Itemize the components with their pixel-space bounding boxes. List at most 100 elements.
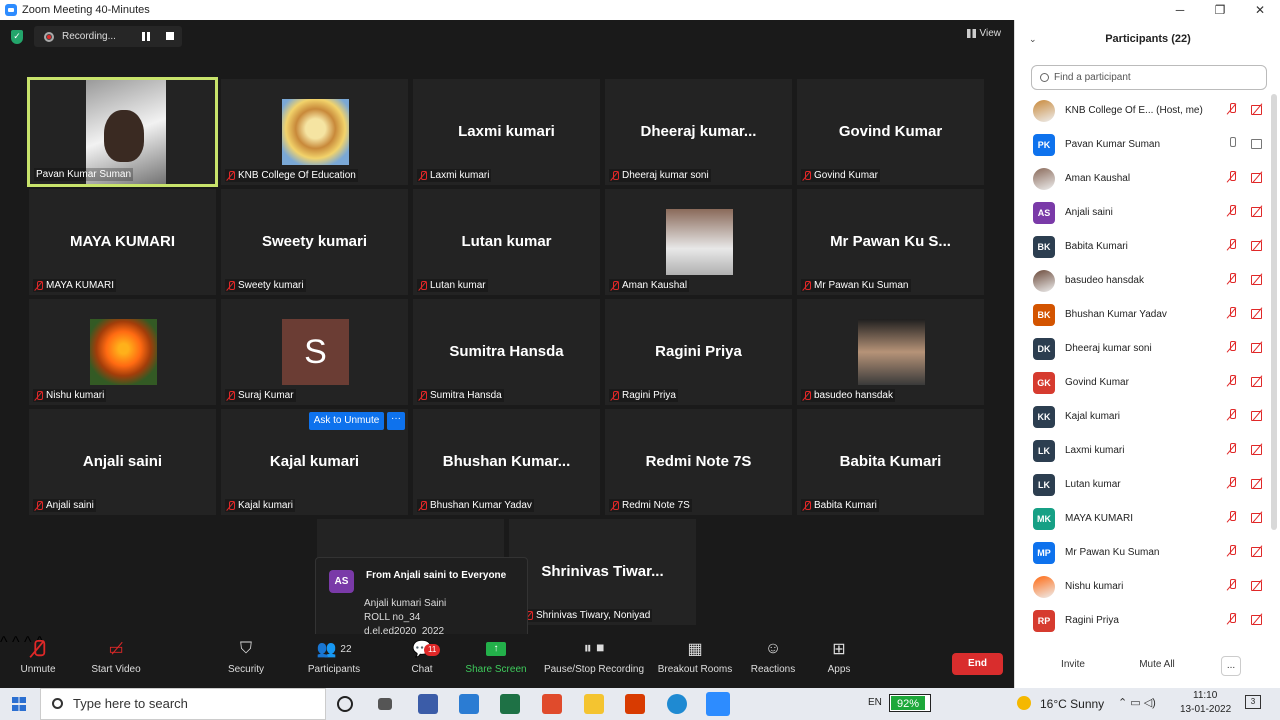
ask-to-unmute-button[interactable]: Ask to Unmute	[309, 412, 384, 430]
chat-button[interactable]: 💬 11 Chat	[404, 634, 441, 688]
microphone-off-icon	[1227, 579, 1237, 591]
video-tile[interactable]: S Suraj Kumar	[221, 299, 408, 405]
participant-row[interactable]: KK Kajal kumari	[1015, 400, 1271, 434]
mute-all-button[interactable]: Mute All	[1129, 656, 1185, 676]
participant-name: Bhushan Kumar Yadav	[1065, 309, 1167, 320]
participant-row[interactable]: GK Govind Kumar	[1015, 366, 1271, 400]
tray-icons[interactable]: ⌃ ▭ ◁)	[1118, 696, 1156, 709]
tile-display-name: Govind Kumar	[838, 123, 943, 140]
invite-button[interactable]: Invite	[1053, 656, 1093, 676]
microphone-off-icon	[803, 390, 811, 401]
video-tile[interactable]: Aman Kaushal	[605, 189, 792, 295]
video-tile[interactable]: Ragini Priya Ragini Priya	[605, 299, 792, 405]
participant-row[interactable]: PK Pavan Kumar Suman	[1015, 128, 1271, 162]
video-tile[interactable]: Lutan kumar Lutan kumar	[413, 189, 600, 295]
language-indicator[interactable]: EN	[868, 697, 882, 708]
participant-list-scrollbar[interactable]	[1271, 94, 1277, 530]
windows-start-icon[interactable]	[12, 697, 26, 711]
panel-more-button[interactable]: ...	[1221, 656, 1241, 676]
participant-row[interactable]: RP Ragini Priya	[1015, 604, 1271, 638]
participant-row[interactable]: BK Babita Kumari	[1015, 230, 1271, 264]
unmute-button[interactable]: Unmute	[18, 634, 58, 688]
participant-row[interactable]: LK Laxmi kumari	[1015, 434, 1271, 468]
shield-icon[interactable]: ✓	[11, 30, 23, 44]
participant-row[interactable]: MP Mr Pawan Ku Suman	[1015, 536, 1271, 570]
video-tile[interactable]: Dheeraj kumar... Dheeraj kumar soni	[605, 79, 792, 185]
pause-stop-recording-button[interactable]: ⏸ ⏹ Pause/Stop Recording	[542, 634, 646, 688]
video-tile[interactable]: Pavan Kumar Suman	[27, 77, 218, 187]
tile-name-text: Kajal kumari	[238, 500, 294, 511]
participant-row[interactable]: BK Bhushan Kumar Yadav	[1015, 298, 1271, 332]
more-options-button[interactable]: ···	[387, 412, 405, 430]
start-video-button[interactable]: ▭̸ Start Video	[88, 634, 144, 688]
maximize-button[interactable]: ❐	[1200, 0, 1240, 20]
video-tile[interactable]: Sweety kumari Sweety kumari	[221, 189, 408, 295]
battery-indicator[interactable]: 92%	[889, 694, 931, 712]
participant-row[interactable]: DK Dheeraj kumar soni	[1015, 332, 1271, 366]
tile-name-text: KNB College Of Education	[238, 170, 356, 181]
security-button[interactable]: ⛉ Security	[224, 634, 268, 688]
video-tile[interactable]: Anjali saini Anjali saini	[29, 409, 216, 515]
chevron-down-icon[interactable]: ⌄	[1029, 20, 1037, 58]
video-tile[interactable]: Laxmi kumari Laxmi kumari	[413, 79, 600, 185]
tile-name-label: Kajal kumari	[225, 499, 296, 512]
participant-row[interactable]: LK Lutan kumar	[1015, 468, 1271, 502]
participant-row[interactable]: basudeo hansdak	[1015, 264, 1271, 298]
app-icon[interactable]	[418, 694, 438, 714]
participant-row[interactable]: MK MAYA KUMARI	[1015, 502, 1271, 536]
video-tile[interactable]: MAYA KUMARI MAYA KUMARI	[29, 189, 216, 295]
participant-row[interactable]: AS Anjali saini	[1015, 196, 1271, 230]
tile-name-text: Babita Kumari	[814, 500, 877, 511]
video-tile[interactable]: Sumitra Hansda Sumitra Hansda	[413, 299, 600, 405]
apps-button[interactable]: ⊞ Apps	[822, 634, 856, 688]
participant-avatar: AS	[1033, 202, 1055, 224]
minimize-button[interactable]: ─	[1160, 0, 1200, 20]
tile-name-text: basudeo hansdak	[814, 390, 893, 401]
video-tile[interactable]: Bhushan Kumar... Bhushan Kumar Yadav	[413, 409, 600, 515]
end-meeting-button[interactable]: End	[952, 653, 1003, 675]
video-icon	[1251, 137, 1265, 149]
participants-button[interactable]: 👥 22 Participants	[304, 634, 364, 688]
edge-icon[interactable]	[667, 694, 687, 714]
participant-avatar: MP	[1033, 542, 1055, 564]
reactions-button[interactable]: ☺ Reactions	[748, 634, 798, 688]
zoom-taskbar-icon[interactable]	[706, 692, 730, 716]
video-tile[interactable]: Mr Pawan Ku S... Mr Pawan Ku Suman	[797, 189, 984, 295]
microphone-off-icon	[419, 280, 427, 291]
pdf-icon[interactable]	[542, 694, 562, 714]
video-tile[interactable]: Shrinivas Tiwar... Shrinivas Tiwary, Noni…	[509, 519, 696, 625]
video-tile[interactable]: basudeo hansdak	[797, 299, 984, 405]
participant-row[interactable]: KNB College Of E... (Host, me)	[1015, 94, 1271, 128]
breakout-rooms-button[interactable]: ▦ Breakout Rooms	[656, 634, 734, 688]
microphone-off-icon	[227, 280, 235, 291]
video-tile[interactable]: KNB College Of Education	[221, 79, 408, 185]
excel-icon[interactable]	[500, 694, 520, 714]
task-view-icon[interactable]	[378, 698, 392, 710]
tile-name-text: Nishu kumari	[46, 390, 105, 401]
stop-recording-icon[interactable]	[166, 32, 174, 40]
store-icon[interactable]	[459, 694, 479, 714]
view-button[interactable]: View	[966, 28, 1001, 39]
audio-options-caret[interactable]: ^	[0, 634, 8, 651]
chat-from: From Anjali saini to Everyone	[366, 570, 507, 581]
taskbar-search-input[interactable]: Type here to search	[40, 688, 326, 720]
office-icon[interactable]	[625, 694, 645, 714]
tile-name-text: Ragini Priya	[622, 390, 676, 401]
tile-name-label: Pavan Kumar Suman	[34, 168, 134, 181]
find-participant-input[interactable]: Find a participant	[1031, 65, 1267, 90]
share-screen-button[interactable]: ↑ Share Screen	[464, 634, 528, 688]
participant-row[interactable]: Aman Kaushal	[1015, 162, 1271, 196]
video-tile[interactable]: Babita Kumari Babita Kumari	[797, 409, 984, 515]
video-tile[interactable]: Redmi Note 7S Redmi Note 7S	[605, 409, 792, 515]
pause-recording-icon[interactable]	[142, 32, 150, 41]
participant-row[interactable]: Nishu kumari	[1015, 570, 1271, 604]
weather-label[interactable]: 16°C Sunny	[1040, 697, 1104, 711]
cortana-icon[interactable]	[337, 696, 353, 712]
video-off-icon	[1251, 477, 1265, 489]
video-tile[interactable]: Govind Kumar Govind Kumar	[797, 79, 984, 185]
video-tile[interactable]: Nishu kumari	[29, 299, 216, 405]
tile-name-label: basudeo hansdak	[801, 389, 895, 402]
file-explorer-icon[interactable]	[584, 694, 604, 714]
notification-icon[interactable]: 3	[1245, 695, 1261, 709]
close-button[interactable]: ✕	[1240, 0, 1280, 20]
